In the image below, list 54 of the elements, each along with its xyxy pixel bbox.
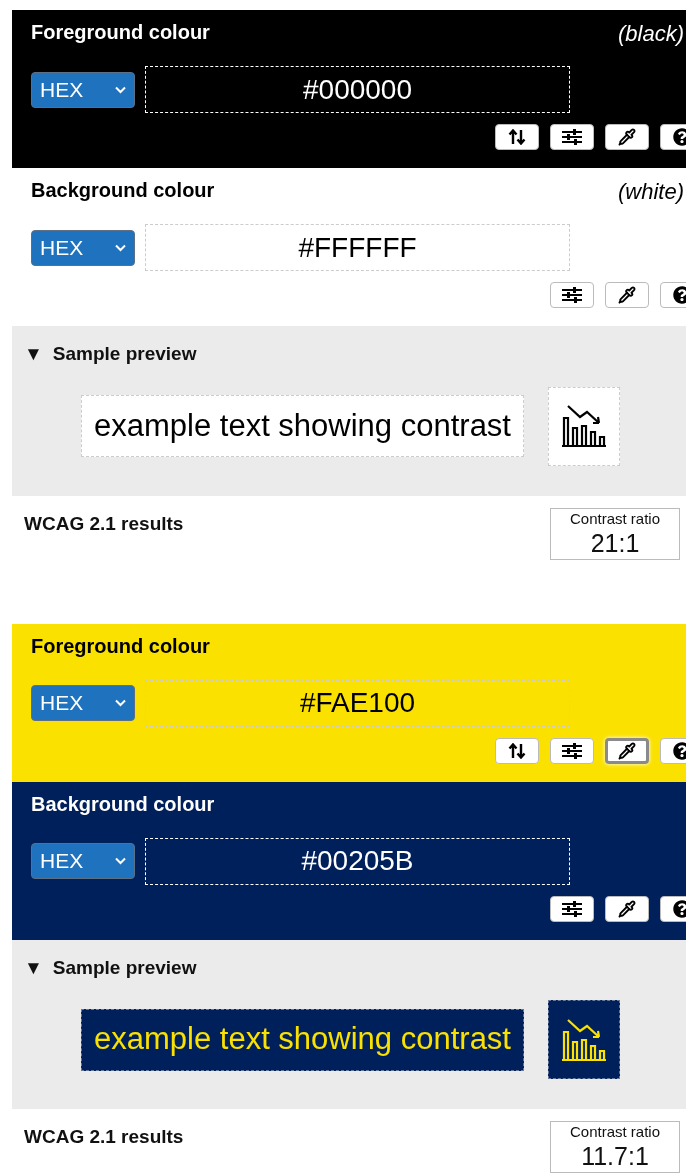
contrast-ratio-value: 21:1 [590,528,640,557]
colour-value-field[interactable]: #FAE100 [145,679,570,727]
sample-text: example text showing contrast [81,1008,524,1071]
chevron-down-icon [115,243,126,252]
chart-trend-icon [561,404,607,448]
colour-value-field[interactable]: #000000 [145,66,570,113]
format-select[interactable]: HEX [31,229,135,266]
help-icon [673,741,686,760]
sliders-icon [562,900,582,917]
help-icon [673,286,686,304]
tool-button[interactable] [605,282,649,308]
tool-button[interactable] [605,737,649,764]
tool-button[interactable] [605,124,649,150]
colour-name: (white) [618,178,684,206]
results-title: WCAG 2.1 results [24,1125,184,1149]
eyedropper-icon [618,128,636,146]
chevron-down-icon [115,699,126,707]
section-title: Background colour [31,178,215,203]
tool-button[interactable] [495,124,539,150]
section-title: Background colour [31,791,215,817]
eyedropper-icon [618,899,636,918]
tool-button[interactable] [550,282,594,308]
swap-arrows-icon [508,129,526,145]
format-select[interactable]: HEX [31,71,135,108]
colour-name: (black) [618,20,684,48]
sliders-icon [562,129,582,145]
sliders-icon [562,742,582,759]
help-icon [673,899,686,918]
eyedropper-icon [618,286,636,304]
contrast-ratio-value: 11.7:1 [581,1142,649,1170]
tool-button[interactable] [550,895,594,922]
help-icon [673,128,686,146]
tool-button[interactable] [550,124,594,150]
contrast-ratio-label: Contrast ratio [569,508,660,529]
swap-arrows-icon [508,742,526,759]
section-title: Foreground colour [31,633,210,659]
chevron-down-icon [115,85,126,94]
tool-button[interactable] [605,895,649,922]
contrast-ratio-label: Contrast ratio [569,1122,660,1142]
sliders-icon [562,287,582,303]
section-title: Foreground colour [31,20,210,45]
sample-text: example text showing contrast [81,395,524,457]
results-title: WCAG 2.1 results [24,511,184,536]
preview-toggle[interactable]: ▼ Sample preview [24,340,197,369]
colour-value-field[interactable]: #00205B [145,837,570,885]
chart-trend-icon [561,1017,607,1062]
format-select[interactable]: HEX [31,843,135,879]
preview-toggle[interactable]: ▼ Sample preview [24,953,197,982]
tool-button[interactable] [550,737,594,764]
eyedropper-icon [618,741,636,760]
format-select[interactable]: HEX [31,685,135,721]
chevron-down-icon [115,857,126,865]
tool-button[interactable] [495,737,539,764]
colour-value-field[interactable]: #FFFFFF [145,224,570,271]
